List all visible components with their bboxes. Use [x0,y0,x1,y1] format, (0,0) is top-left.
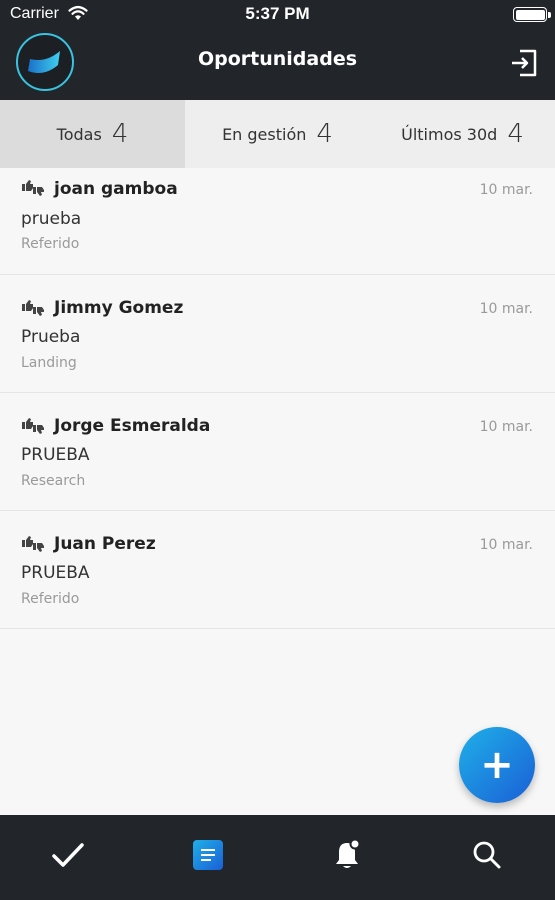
opportunity-date: 10 mar. [479,537,533,553]
opportunity-name: joan gamboa [54,179,178,199]
plus-icon: + [480,742,514,788]
opportunity-name: Juan Perez [54,534,156,554]
check-icon[interactable] [48,835,88,875]
tab-label: Todas [56,124,102,144]
status-bar: Carrier 5:37 PM [0,0,555,30]
opportunity-name: Jorge Esmeralda [54,416,211,436]
battery-full-icon [513,7,551,22]
search-icon[interactable] [467,835,507,875]
opportunity-source: Landing [21,355,77,371]
tab-todas[interactable]: Todas 4 [0,100,185,168]
nav-bar: Oportunidades [0,30,555,100]
opportunity-source: Referido [21,236,80,252]
list-icon[interactable] [188,835,228,875]
tab-ultimos-30d[interactable]: Últimos 30d 4 [370,100,555,168]
opportunity-source: Research [21,473,86,489]
opportunity-name: Jimmy Gomez [54,298,184,318]
tab-count: 4 [111,119,129,149]
status-time: 5:37 PM [245,4,310,23]
thumbs-icon [21,535,45,557]
add-opportunity-button[interactable]: + [459,727,535,803]
tab-count: 4 [316,119,333,149]
tab-count: 4 [507,119,524,149]
opportunity-description: PRUEBA [21,445,90,465]
list-item[interactable]: joan gamboa 10 mar. prueba Referido [0,168,555,275]
opportunity-description: PRUEBA [21,563,90,583]
opportunity-date: 10 mar. [479,301,533,317]
tab-label: Últimos 30d [401,124,498,144]
opportunity-description: Prueba [21,327,81,347]
thumbs-icon [21,417,45,439]
list-item[interactable]: Jimmy Gomez 10 mar. Prueba Landing [0,275,555,393]
opportunity-list: joan gamboa 10 mar. prueba Referido Jimm… [0,168,555,629]
tab-en-gestion[interactable]: En gestión 4 [185,100,370,168]
thumbs-icon [21,299,45,321]
list-item[interactable]: Juan Perez 10 mar. PRUEBA Referido [0,511,555,629]
list-item[interactable]: Jorge Esmeralda 10 mar. PRUEBA Research [0,393,555,511]
filter-tabs: Todas 4 En gestión 4 Últimos 30d 4 [0,100,555,168]
tab-label: En gestión [222,124,307,144]
thumbs-icon [21,179,45,201]
opportunity-description: prueba [21,209,82,229]
bottom-tab-bar [0,815,555,900]
opportunity-date: 10 mar. [479,419,533,435]
opportunity-date: 10 mar. [479,182,533,198]
page-title: Oportunidades [197,48,358,70]
opportunity-source: Referido [21,591,80,607]
logout-icon[interactable] [509,48,539,78]
bell-icon[interactable] [327,835,367,875]
